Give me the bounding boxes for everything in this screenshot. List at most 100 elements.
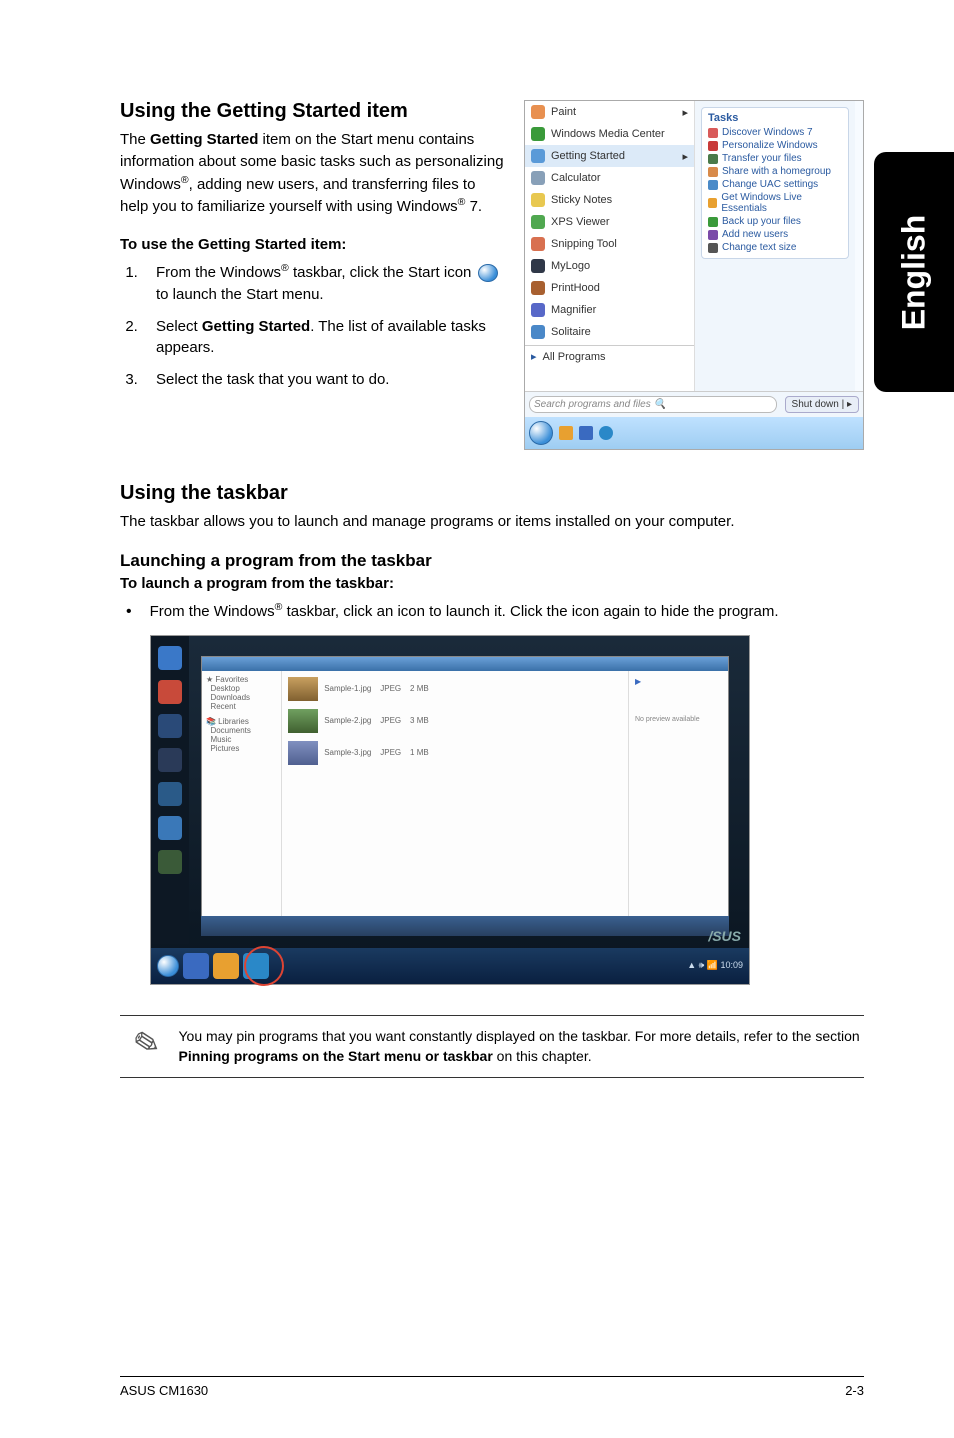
- tasks-title: Tasks: [708, 112, 842, 124]
- explorer-preview-pane: ▶ No preview available: [628, 671, 728, 925]
- ie-icon[interactable]: [579, 426, 593, 440]
- start-item: Solitaire: [525, 321, 694, 343]
- start-menu-bottom: Search programs and files 🔍 Shut down | …: [525, 391, 863, 417]
- file-thumbnail: [288, 741, 318, 765]
- start-orb-icon: [478, 264, 498, 282]
- taskbar-strip: [525, 417, 863, 449]
- language-tab: English: [874, 152, 954, 392]
- start-menu-screenshot: Paint▸ Windows Media Center Getting Star…: [524, 100, 864, 450]
- heading-getting-started: Using the Getting Started item: [120, 100, 504, 123]
- desktop-screenshot: ★ Favorites Desktop Downloads Recent 📚 L…: [150, 635, 750, 985]
- section1-text: Using the Getting Started item The Getti…: [120, 100, 504, 450]
- task-link: Personalize Windows: [708, 139, 842, 152]
- taskbar: ▲ 🕪 📶 10:09: [151, 948, 749, 984]
- gadget-icon: [158, 680, 182, 704]
- step-3: Select the task that you want to do.: [142, 369, 504, 391]
- page-content: Using the Getting Started item The Getti…: [0, 0, 954, 1118]
- bullet-text: From the Windows® taskbar, click an icon…: [150, 600, 779, 623]
- file-thumbnail: [288, 677, 318, 701]
- start-item: Paint▸: [525, 101, 694, 123]
- task-icon: [708, 230, 718, 240]
- section-using-taskbar: Using the taskbar The taskbar allows you…: [120, 482, 864, 1078]
- task-icon: [708, 128, 718, 138]
- intro-paragraph: The Getting Started item on the Start me…: [120, 129, 504, 218]
- explorer-window: ★ Favorites Desktop Downloads Recent 📚 L…: [201, 656, 729, 926]
- subheading-launching: Launching a program from the taskbar: [120, 551, 864, 571]
- steps-list: From the Windows® taskbar, click the Sta…: [142, 261, 504, 391]
- bullet-icon: •: [126, 600, 132, 623]
- task-icon: [708, 141, 718, 151]
- getting-started-icon: [531, 149, 545, 163]
- all-programs: ▸All Programs: [525, 345, 694, 367]
- task-link: Discover Windows 7: [708, 126, 842, 139]
- start-item: Magnifier: [525, 299, 694, 321]
- desktop-sidebar: [151, 636, 189, 944]
- gadget-icon: [158, 646, 182, 670]
- sticky-notes-icon: [531, 193, 545, 207]
- footer-left: ASUS CM1630: [120, 1383, 208, 1398]
- footer-right: 2-3: [845, 1383, 864, 1398]
- solitaire-icon: [531, 325, 545, 339]
- file-thumbnail: [288, 709, 318, 733]
- task-link: Add new users: [708, 228, 842, 241]
- note-icon: ✎: [118, 1021, 164, 1070]
- asus-logo: /SUS: [708, 928, 741, 944]
- mylogo-icon: [531, 259, 545, 273]
- tasks-flyout: Tasks Discover Windows 7 Personalize Win…: [695, 101, 855, 391]
- start-orb-icon[interactable]: [529, 421, 553, 445]
- window-titlebar: [202, 657, 728, 671]
- task-link: Change text size: [708, 241, 842, 254]
- task-link: Share with a homegroup: [708, 165, 842, 178]
- shutdown-button[interactable]: Shut down | ▸: [785, 396, 859, 413]
- subheading-to-use: To use the Getting Started item:: [120, 236, 504, 253]
- note-text: You may pin programs that you want const…: [179, 1026, 861, 1067]
- printhood-icon: [531, 281, 545, 295]
- gadget-icon: [158, 850, 182, 874]
- system-tray: ▲ 🕪 📶 10:09: [687, 960, 743, 971]
- taskbar-intro: The taskbar allows you to launch and man…: [120, 511, 864, 533]
- tasks-box: Tasks Discover Windows 7 Personalize Win…: [701, 107, 849, 259]
- start-item: MyLogo: [525, 255, 694, 277]
- window-statusbar: [201, 916, 729, 936]
- explorer-nav-pane: ★ Favorites Desktop Downloads Recent 📚 L…: [202, 671, 282, 925]
- start-item: Windows Media Center: [525, 123, 694, 145]
- subheading-to-launch: To launch a program from the taskbar:: [120, 575, 864, 592]
- start-item: Snipping Tool: [525, 233, 694, 255]
- step-2: Select Getting Started. The list of avai…: [142, 316, 504, 360]
- start-item: PrintHood: [525, 277, 694, 299]
- gadget-icon: [158, 782, 182, 806]
- gadget-icon: [158, 714, 182, 738]
- paint-icon: [531, 105, 545, 119]
- language-label: English: [896, 214, 933, 330]
- wmp-icon[interactable]: [599, 426, 613, 440]
- task-icon: [708, 180, 718, 190]
- task-link: Get Windows Live Essentials: [708, 191, 842, 215]
- task-icon: [708, 198, 717, 208]
- snipping-icon: [531, 237, 545, 251]
- task-icon: [708, 243, 718, 253]
- start-item: Calculator: [525, 167, 694, 189]
- task-link: Transfer your files: [708, 152, 842, 165]
- gadget-icon: [158, 748, 182, 772]
- start-menu-left-pane: Paint▸ Windows Media Center Getting Star…: [525, 101, 695, 391]
- highlight-circle: [244, 946, 284, 986]
- explorer-taskbar-icon[interactable]: [213, 953, 239, 979]
- page-footer: ASUS CM1630 2-3: [120, 1376, 864, 1398]
- task-link: Change UAC settings: [708, 178, 842, 191]
- heading-using-taskbar: Using the taskbar: [120, 482, 864, 505]
- start-orb-icon[interactable]: [157, 955, 179, 977]
- calculator-icon: [531, 171, 545, 185]
- section-getting-started: Using the Getting Started item The Getti…: [120, 100, 864, 450]
- task-icon: [708, 167, 718, 177]
- window-body: ★ Favorites Desktop Downloads Recent 📚 L…: [202, 671, 728, 925]
- task-link: Back up your files: [708, 215, 842, 228]
- task-icon: [708, 154, 718, 164]
- xps-icon: [531, 215, 545, 229]
- ie-taskbar-icon[interactable]: [183, 953, 209, 979]
- search-box[interactable]: Search programs and files 🔍: [529, 396, 777, 413]
- start-item: XPS Viewer: [525, 211, 694, 233]
- explorer-file-list: Sample-1.jpg JPEG 2 MB Sample-2.jpg JPEG…: [282, 671, 628, 925]
- explorer-icon[interactable]: [559, 426, 573, 440]
- wmc-icon: [531, 127, 545, 141]
- bullet-item: • From the Windows® taskbar, click an ic…: [126, 600, 864, 623]
